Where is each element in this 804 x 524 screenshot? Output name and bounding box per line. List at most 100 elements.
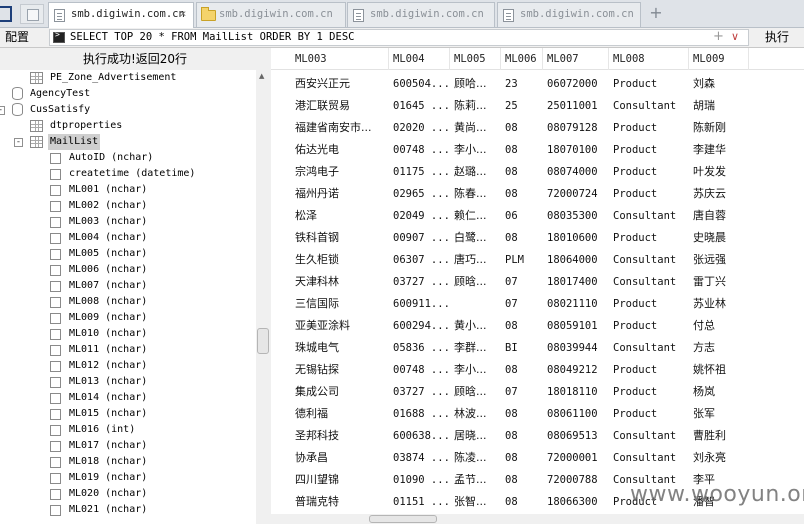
- table-cell[interactable]: 苏业林: [689, 293, 749, 315]
- tree-node[interactable]: ML021 (nchar): [0, 502, 256, 518]
- table-cell[interactable]: 18066300: [543, 491, 609, 513]
- table-cell[interactable]: 史晓晨: [689, 227, 749, 249]
- table-cell[interactable]: 顾晗...: [450, 381, 501, 403]
- tree-node[interactable]: ML003 (nchar): [0, 214, 256, 230]
- tree-node[interactable]: AutoID (nchar): [0, 150, 256, 166]
- tree-node[interactable]: ML017 (nchar): [0, 438, 256, 454]
- table-cell[interactable]: 23: [501, 73, 543, 95]
- table-cell[interactable]: 01645 ...: [389, 95, 450, 117]
- table-cell[interactable]: 08035300: [543, 205, 609, 227]
- table-cell[interactable]: 生久柜锁: [291, 249, 389, 271]
- table-row[interactable]: 铁科首钢 00907 ... 白鹭... 08 18010600 Product 史晓晨: [271, 227, 804, 249]
- table-cell[interactable]: 00907 ...: [389, 227, 450, 249]
- table-cell[interactable]: 03874 ...: [389, 447, 450, 469]
- table-cell[interactable]: 08049212: [543, 359, 609, 381]
- table-cell[interactable]: 李小...: [450, 139, 501, 161]
- table-cell[interactable]: 赵璐...: [450, 161, 501, 183]
- table-cell[interactable]: Product: [609, 139, 689, 161]
- table-cell[interactable]: 07: [501, 271, 543, 293]
- table-cell[interactable]: 600911...: [389, 293, 450, 315]
- table-cell[interactable]: 01175 ...: [389, 161, 450, 183]
- table-cell[interactable]: 08: [501, 315, 543, 337]
- table-cell[interactable]: 03727 ...: [389, 271, 450, 293]
- column-header[interactable]: ML006: [501, 48, 543, 70]
- table-cell[interactable]: 港汇联贸易: [291, 95, 389, 117]
- table-cell[interactable]: 孟节...: [450, 469, 501, 491]
- table-row[interactable]: 三信国际 600911... 07 08021110 Product 苏业林: [271, 293, 804, 315]
- tree-node[interactable]: ML002 (nchar): [0, 198, 256, 214]
- table-cell[interactable]: 08: [501, 491, 543, 513]
- table-cell[interactable]: 72000001: [543, 447, 609, 469]
- tree-node[interactable]: ML016 (int): [0, 422, 256, 438]
- table-cell[interactable]: 600294...: [389, 315, 450, 337]
- table-cell[interactable]: 无锡钻探: [291, 359, 389, 381]
- table-cell[interactable]: Product: [609, 359, 689, 381]
- table-cell[interactable]: 18070100: [543, 139, 609, 161]
- table-cell[interactable]: 雷丁兴: [689, 271, 749, 293]
- tree-node[interactable]: ML012 (nchar): [0, 358, 256, 374]
- table-cell[interactable]: 宗鸿电子: [291, 161, 389, 183]
- table-cell[interactable]: 08: [501, 469, 543, 491]
- table-cell[interactable]: 08: [501, 117, 543, 139]
- table-row[interactable]: 亚美亚涂料 600294... 黄小... 08 08059101 Product 付总: [271, 315, 804, 337]
- tree-node[interactable]: createtime (datetime): [0, 166, 256, 182]
- table-cell[interactable]: 姚怀祖: [689, 359, 749, 381]
- blank-tab-icon[interactable]: [20, 4, 44, 24]
- table-cell[interactable]: 居晓...: [450, 425, 501, 447]
- table-cell[interactable]: PLM: [501, 249, 543, 271]
- table-cell[interactable]: 唐巧...: [450, 249, 501, 271]
- tree-node[interactable]: ML020 (nchar): [0, 486, 256, 502]
- add-tab-button[interactable]: +: [648, 4, 664, 22]
- table-cell[interactable]: 02020 ...: [389, 117, 450, 139]
- table-cell[interactable]: 06: [501, 205, 543, 227]
- table-row[interactable]: 宗鸿电子 01175 ... 赵璐... 08 08074000 Product 叶发发: [271, 161, 804, 183]
- table-cell[interactable]: 福建省南安市...: [291, 117, 389, 139]
- tree-node[interactable]: ML008 (nchar): [0, 294, 256, 310]
- table-cell[interactable]: 08: [501, 161, 543, 183]
- table-cell[interactable]: 600638...: [389, 425, 450, 447]
- tree-node[interactable]: ML005 (nchar): [0, 246, 256, 262]
- table-row[interactable]: 圣邦科技 600638... 居晓... 08 08069513 Consultant 曹胜…: [271, 425, 804, 447]
- table-cell[interactable]: 03727 ...: [389, 381, 450, 403]
- table-cell[interactable]: 西安兴正元: [291, 73, 389, 95]
- table-cell[interactable]: 顾晗...: [450, 271, 501, 293]
- table-cell[interactable]: 陈新刚: [689, 117, 749, 139]
- table-cell[interactable]: 李群...: [450, 337, 501, 359]
- table-cell[interactable]: 陈春...: [450, 183, 501, 205]
- tree-node[interactable]: dtproperties: [0, 118, 256, 134]
- table-cell[interactable]: 德利福: [291, 403, 389, 425]
- table-cell[interactable]: 赖仁...: [450, 205, 501, 227]
- tab-session-2[interactable]: smb.digiwin.com.cn: [196, 2, 346, 27]
- tree-node[interactable]: ML018 (nchar): [0, 454, 256, 470]
- table-row[interactable]: 松泽 02049 ... 赖仁... 06 08035300 Consultant 唐自蓉: [271, 205, 804, 227]
- tab-session-1[interactable]: smb.digiwin.com.cn ×: [48, 2, 194, 28]
- plus-icon[interactable]: +: [713, 30, 724, 44]
- tree-node[interactable]: - MailList: [0, 134, 256, 150]
- execute-button[interactable]: 执行: [752, 28, 802, 47]
- table-cell[interactable]: Product: [609, 117, 689, 139]
- column-header[interactable]: ML007: [543, 48, 609, 70]
- table-cell[interactable]: 08061100: [543, 403, 609, 425]
- table-cell[interactable]: 08074000: [543, 161, 609, 183]
- table-row[interactable]: 集成公司 03727 ... 顾晗... 07 18018110 Product 杨岚: [271, 381, 804, 403]
- table-cell[interactable]: BI: [501, 337, 543, 359]
- table-cell[interactable]: 张智...: [450, 491, 501, 513]
- table-cell[interactable]: 协承昌: [291, 447, 389, 469]
- table-cell[interactable]: 06072000: [543, 73, 609, 95]
- tree-node[interactable]: ML013 (nchar): [0, 374, 256, 390]
- table-cell[interactable]: Product: [609, 161, 689, 183]
- table-cell[interactable]: 08039944: [543, 337, 609, 359]
- table-cell[interactable]: 08: [501, 447, 543, 469]
- table-cell[interactable]: 08: [501, 183, 543, 205]
- tree-node[interactable]: - CusSatisfy: [0, 102, 256, 118]
- sql-input[interactable]: SELECT TOP 20 * FROM MailList ORDER BY 1…: [49, 29, 749, 46]
- table-cell[interactable]: Product: [609, 381, 689, 403]
- table-cell[interactable]: 01688 ...: [389, 403, 450, 425]
- table-cell[interactable]: 07: [501, 381, 543, 403]
- column-header[interactable]: ML004: [389, 48, 450, 70]
- table-cell[interactable]: 曹胜利: [689, 425, 749, 447]
- table-row[interactable]: 协承昌 03874 ... 陈凌... 08 72000001 Consultant 刘永亮: [271, 447, 804, 469]
- tree-node[interactable]: ML015 (nchar): [0, 406, 256, 422]
- table-cell[interactable]: Product: [609, 227, 689, 249]
- table-cell[interactable]: 付总: [689, 315, 749, 337]
